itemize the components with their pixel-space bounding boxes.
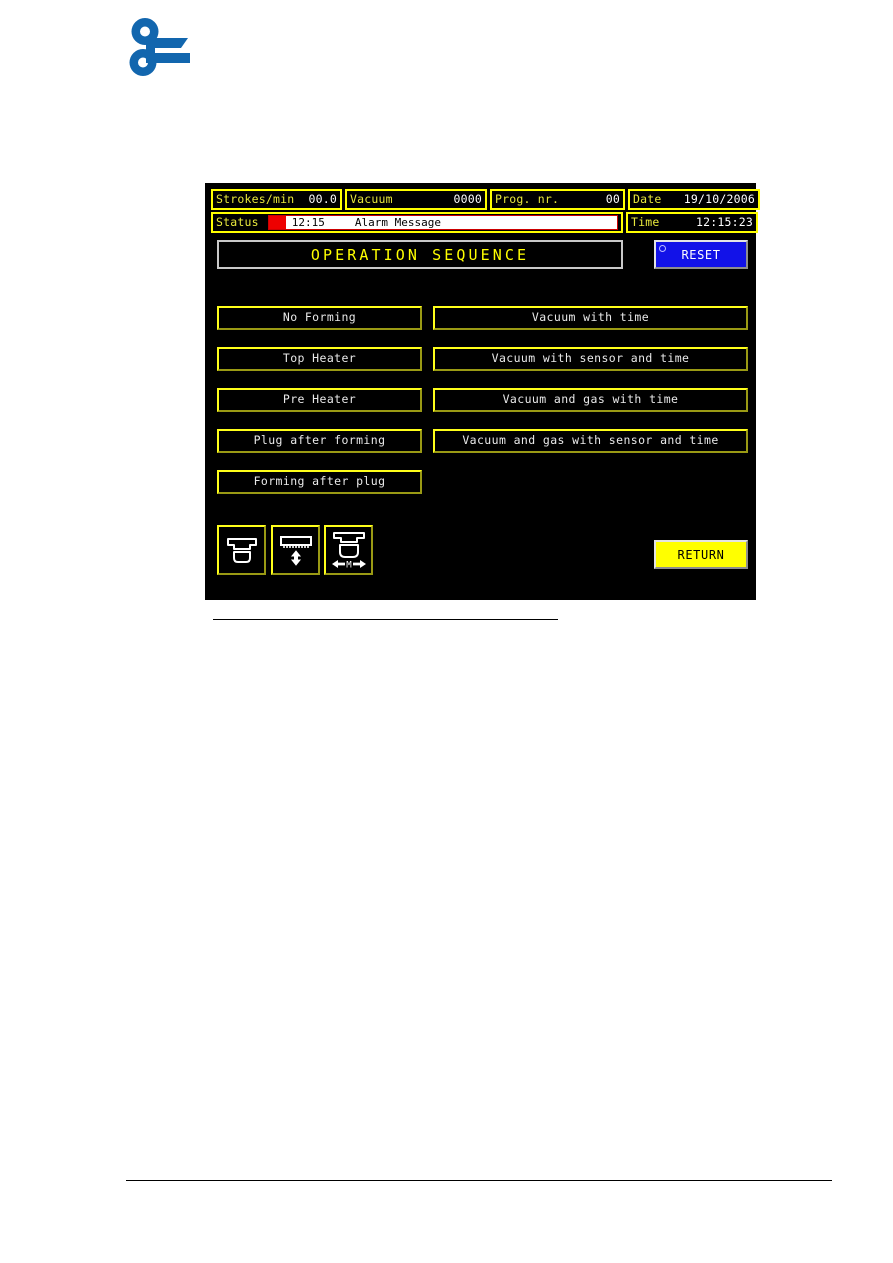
mold-movement-button[interactable]: M xyxy=(324,525,373,575)
field-status: Status 12:15 Alarm Message xyxy=(211,212,623,233)
sequence-button-pre-heater[interactable]: Pre Heater xyxy=(217,388,422,412)
return-button[interactable]: RETURN xyxy=(654,540,748,569)
svg-text:M: M xyxy=(346,560,352,570)
page-title-text: OPERATION SEQUENCE xyxy=(310,245,530,264)
sequence-button-vacuum-sensor-time[interactable]: Vacuum with sensor and time xyxy=(433,347,748,371)
return-button-label: RETURN xyxy=(677,547,725,562)
field-date: Date 19/10/2006 xyxy=(628,189,760,210)
hmi-screen: Strokes/min 00.0 Vacuum 0000 Prog. nr. 0… xyxy=(205,183,760,600)
page-title: OPERATION SEQUENCE xyxy=(217,240,623,269)
field-status-label: Status xyxy=(216,214,259,229)
mold-horizontal-arrow-icon: M xyxy=(331,532,366,570)
sequence-button-label: Vacuum and gas with sensor and time xyxy=(462,433,719,448)
alarm-header-row: Status 12:15 Alarm Message Time 12:15:23 xyxy=(211,212,758,233)
field-time: Time 12:15:23 xyxy=(626,212,758,233)
sequence-button-vacuum-gas-sensor-time[interactable]: Vacuum and gas with sensor and time xyxy=(433,429,748,453)
sequence-button-plug-after-forming[interactable]: Plug after forming xyxy=(217,429,422,453)
sequence-button-forming-after-plug[interactable]: Forming after plug xyxy=(217,470,422,494)
sequence-button-label: Pre Heater xyxy=(282,392,357,407)
field-program-label: Prog. nr. xyxy=(495,191,560,206)
sequence-button-label: Top Heater xyxy=(282,351,357,366)
field-strokes-value: 00.0 xyxy=(308,191,337,206)
sequence-button-label: Vacuum with sensor and time xyxy=(491,351,690,366)
reset-button[interactable]: RESET xyxy=(654,240,748,269)
alarm-severity-swatch xyxy=(268,216,286,229)
sequence-button-top-heater[interactable]: Top Heater xyxy=(217,347,422,371)
sequence-button-label: Plug after forming xyxy=(253,433,386,448)
mold-forming-icon xyxy=(226,538,257,563)
sequence-button-label: No Forming xyxy=(282,310,357,325)
field-time-value: 12:15:23 xyxy=(696,214,753,229)
document-rule-bottom xyxy=(126,1180,832,1181)
sequence-button-label: Forming after plug xyxy=(253,474,386,489)
field-vacuum-label: Vacuum xyxy=(350,191,393,206)
heater-vertical-arrow-icon xyxy=(279,536,312,566)
status-header-row: Strokes/min 00.0 Vacuum 0000 Prog. nr. 0… xyxy=(211,189,760,210)
sequence-button-label: Vacuum and gas with time xyxy=(502,392,679,407)
alarm-message-text: Alarm Message xyxy=(354,216,441,229)
field-program-value: 00 xyxy=(605,191,620,206)
field-date-label: Date xyxy=(633,191,662,206)
field-vacuum: Vacuum 0000 xyxy=(345,189,487,210)
sequence-button-no-forming[interactable]: No Forming xyxy=(217,306,422,330)
field-strokes-label: Strokes/min xyxy=(216,191,295,206)
field-program-number: Prog. nr. 00 xyxy=(490,189,625,210)
field-date-value: 19/10/2006 xyxy=(683,191,755,206)
sequence-button-vacuum-with-time[interactable]: Vacuum with time xyxy=(433,306,748,330)
field-strokes-per-min: Strokes/min 00.0 xyxy=(211,189,342,210)
reset-button-label: RESET xyxy=(681,247,721,262)
document-rule-top xyxy=(213,619,558,620)
mold-forming-button[interactable] xyxy=(217,525,266,575)
alarm-timestamp: 12:15 xyxy=(291,216,325,229)
sequence-button-vacuum-gas-time[interactable]: Vacuum and gas with time xyxy=(433,388,748,412)
heater-stroke-button[interactable] xyxy=(271,525,320,575)
sequence-button-label: Vacuum with time xyxy=(531,310,650,325)
field-vacuum-value: 0000 xyxy=(453,191,482,206)
alarm-message-box[interactable]: 12:15 Alarm Message xyxy=(267,215,618,230)
reset-indicator-icon xyxy=(659,245,666,252)
field-time-label: Time xyxy=(631,214,660,229)
company-logo xyxy=(126,16,192,78)
